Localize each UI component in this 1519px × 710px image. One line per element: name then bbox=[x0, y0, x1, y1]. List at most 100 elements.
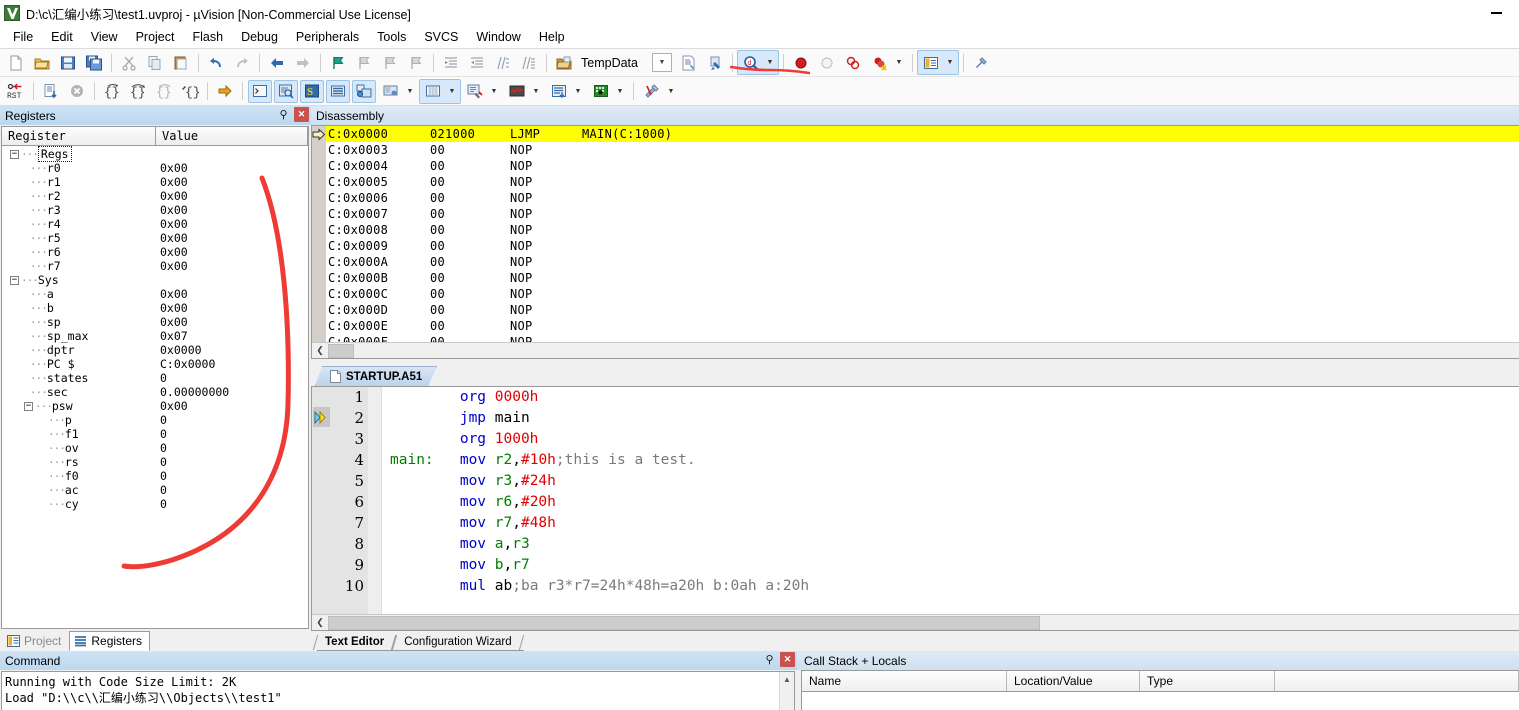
bookmark-toggle-icon[interactable] bbox=[326, 51, 350, 74]
target-combo-caret-icon[interactable]: ▼ bbox=[651, 53, 672, 72]
disassembly-row[interactable]: C:0x0006 00 NOP bbox=[326, 190, 1519, 206]
open-project-icon[interactable] bbox=[552, 51, 576, 74]
tab-text-editor[interactable]: Text Editor bbox=[317, 633, 397, 651]
trace-window-icon[interactable] bbox=[547, 80, 571, 103]
registers-tree-body[interactable]: − ··· Regs ··· r0 0x00 ··· r1 0x00 ··· r2 0x00 ··· r3… bbox=[2, 146, 308, 628]
close-icon[interactable]: ✕ bbox=[294, 107, 309, 122]
breakpoint-insert-icon[interactable] bbox=[789, 51, 813, 74]
register-value[interactable]: 0 bbox=[160, 483, 167, 497]
disassembly-row[interactable]: C:0x000A 00 NOP bbox=[326, 254, 1519, 270]
registers-window-icon[interactable] bbox=[326, 79, 350, 103]
toolbox-icon[interactable] bbox=[640, 80, 664, 103]
menu-item-edit[interactable]: Edit bbox=[42, 27, 82, 47]
disassembly-row[interactable]: C:0x0005 00 NOP bbox=[326, 174, 1519, 190]
watch-window-icon[interactable] bbox=[379, 80, 403, 103]
bookmark-clear-icon[interactable] bbox=[404, 51, 428, 74]
editor-code-line[interactable]: mov a,r3 bbox=[390, 534, 1519, 555]
register-row[interactable]: ··· b 0x00 bbox=[2, 301, 308, 315]
scroll-thumb[interactable] bbox=[328, 615, 1040, 630]
paste-icon[interactable] bbox=[169, 51, 193, 74]
breakpoint-disable-all-icon[interactable] bbox=[841, 51, 865, 74]
menu-item-tools[interactable]: Tools bbox=[368, 27, 415, 47]
editor-bookmark-margin[interactable] bbox=[312, 387, 330, 614]
register-row[interactable]: ··· p 0 bbox=[2, 413, 308, 427]
stop-icon[interactable] bbox=[65, 80, 89, 103]
disassembly-window-icon[interactable] bbox=[274, 79, 298, 103]
register-row[interactable]: ··· r7 0x00 bbox=[2, 259, 308, 273]
registers-col-value[interactable]: Value bbox=[156, 127, 308, 145]
trace-caret-icon[interactable]: ▼ bbox=[572, 80, 584, 103]
bookmark-next-icon[interactable] bbox=[378, 51, 402, 74]
show-next-statement-icon[interactable] bbox=[213, 80, 237, 103]
register-value[interactable]: 0x07 bbox=[160, 329, 188, 343]
save-all-icon[interactable] bbox=[82, 51, 106, 74]
register-value[interactable]: 0x00 bbox=[160, 175, 188, 189]
register-row[interactable]: ··· ov 0 bbox=[2, 441, 308, 455]
editor-code-line[interactable]: mov r7,#48h bbox=[390, 513, 1519, 534]
scroll-left-icon[interactable]: ❮ bbox=[312, 615, 328, 630]
register-row[interactable]: ··· sec 0.00000000 bbox=[2, 385, 308, 399]
breakpoint-kill-all-icon[interactable] bbox=[868, 51, 892, 74]
redo-icon[interactable] bbox=[230, 51, 254, 74]
editor-code-line[interactable]: org 0000h bbox=[390, 387, 1519, 408]
register-row[interactable]: ··· sp_max 0x07 bbox=[2, 329, 308, 343]
new-file-icon[interactable] bbox=[4, 51, 28, 74]
register-row[interactable]: ··· PC $ C:0x0000 bbox=[2, 357, 308, 371]
editor-code-line[interactable]: jmp main bbox=[390, 408, 1519, 429]
bookmark-prev-icon[interactable] bbox=[352, 51, 376, 74]
command-window-icon[interactable] bbox=[248, 79, 272, 103]
call-stack-col-extra[interactable] bbox=[1275, 671, 1519, 691]
disassembly-row[interactable]: C:0x000F 00 NOP bbox=[326, 334, 1519, 342]
analysis-caret-icon[interactable]: ▼ bbox=[530, 80, 542, 103]
tab-configuration-wizard[interactable]: Configuration Wizard bbox=[396, 633, 524, 651]
save-icon[interactable] bbox=[56, 51, 80, 74]
editor-hscrollbar[interactable]: ❮ bbox=[312, 614, 1519, 630]
editor-code-line[interactable]: mov r6,#20h bbox=[390, 492, 1519, 513]
editor-code-line[interactable]: org 1000h bbox=[390, 429, 1519, 450]
step-out-icon[interactable]: {} bbox=[152, 80, 176, 103]
system-viewer-icon[interactable] bbox=[589, 80, 613, 103]
scroll-track[interactable] bbox=[1040, 615, 1519, 630]
call-stack-window-icon[interactable] bbox=[352, 79, 376, 103]
minimize-button[interactable] bbox=[1474, 0, 1519, 26]
code-editor-body[interactable]: 1 2 3 4 5 6 7 8 9 10 org 0000h jmp main org 1000h… bbox=[312, 387, 1519, 614]
register-value[interactable]: 0x00 bbox=[160, 287, 188, 301]
step-over-icon[interactable]: {} bbox=[126, 80, 150, 103]
undo-icon[interactable] bbox=[204, 51, 228, 74]
step-into-icon[interactable]: {} bbox=[100, 80, 124, 103]
editor-code-line[interactable]: mov b,r7 bbox=[390, 555, 1519, 576]
register-row[interactable]: ··· rs 0 bbox=[2, 455, 308, 469]
registers-col-register[interactable]: Register bbox=[2, 127, 156, 145]
system-viewer-caret-icon[interactable]: ▼ bbox=[614, 80, 626, 103]
comment-icon[interactable] bbox=[491, 51, 515, 74]
editor-code-line[interactable]: mul ab;ba r3*r7=24h*48h=a20h b:0ah a:20h bbox=[390, 576, 1519, 597]
call-stack-col-location[interactable]: Location/Value bbox=[1007, 671, 1140, 691]
command-output-panel[interactable]: Running with Code Size Limit: 2K Load "D:… bbox=[1, 671, 795, 710]
register-value[interactable]: 0x00 bbox=[160, 231, 188, 245]
register-value[interactable]: 0x00 bbox=[160, 399, 188, 413]
disassembly-lines[interactable]: C:0x0000 021000 LJMP MAIN(C:1000) C:0x0003 00… bbox=[326, 126, 1519, 342]
register-row[interactable]: ··· f1 0 bbox=[2, 427, 308, 441]
menu-item-debug[interactable]: Debug bbox=[232, 27, 287, 47]
find-in-files-icon[interactable] bbox=[703, 51, 727, 74]
find-caret-icon[interactable]: ▼ bbox=[764, 51, 776, 74]
editor-code-line[interactable]: main: mov r2,#10h;this is a test. bbox=[390, 450, 1519, 471]
menu-item-flash[interactable]: Flash bbox=[183, 27, 232, 47]
close-icon[interactable]: ✕ bbox=[780, 652, 795, 667]
disassembly-row[interactable]: C:0x0008 00 NOP bbox=[326, 222, 1519, 238]
menu-item-file[interactable]: File bbox=[4, 27, 42, 47]
analysis-window-icon[interactable] bbox=[505, 80, 529, 103]
register-value[interactable]: 0 bbox=[160, 455, 167, 469]
register-value[interactable]: 0x00 bbox=[160, 189, 188, 203]
register-value[interactable]: 0 bbox=[160, 427, 167, 441]
editor-code-area[interactable]: org 0000h jmp main org 1000h main: mov r2… bbox=[382, 387, 1519, 614]
cut-icon[interactable] bbox=[117, 51, 141, 74]
register-row[interactable]: ··· r6 0x00 bbox=[2, 245, 308, 259]
open-file-icon[interactable] bbox=[30, 51, 54, 74]
register-row[interactable]: − ··· Regs bbox=[2, 146, 308, 162]
pin-icon[interactable]: ⚲ bbox=[276, 107, 291, 122]
navigate-forward-icon[interactable] bbox=[291, 51, 315, 74]
register-value[interactable]: 0 bbox=[160, 441, 167, 455]
tree-collapse-icon[interactable]: − bbox=[24, 401, 33, 411]
register-value[interactable]: 0.00000000 bbox=[160, 385, 229, 399]
